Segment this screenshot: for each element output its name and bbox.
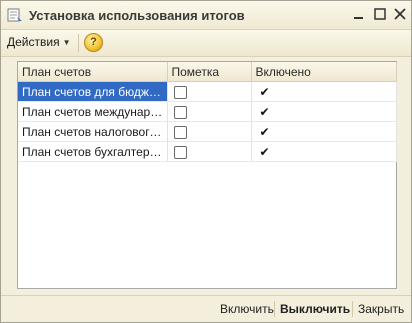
accounts-table: План счетов Пометка Включено План счетов… <box>17 61 397 289</box>
chevron-down-icon: ▼ <box>62 38 71 48</box>
row-mark-cell <box>167 141 252 162</box>
column-header-enabled[interactable]: Включено <box>251 62 397 82</box>
toolbar: Действия ▼ ? <box>1 30 411 57</box>
minimize-icon[interactable] <box>352 7 366 21</box>
mark-checkbox[interactable] <box>173 125 187 139</box>
checkmark-icon: ✔ <box>259 84 270 99</box>
row-enabled-cell: ✔ <box>251 81 397 102</box>
row-enabled-cell: ✔ <box>251 121 397 142</box>
row-name[interactable]: План счетов для бюджет... <box>18 81 168 102</box>
row-enabled-cell: ✔ <box>251 101 397 122</box>
title-bar[interactable]: Установка использования итогов <box>1 1 411 30</box>
column-header-mark[interactable]: Пометка <box>167 62 252 82</box>
disable-button[interactable]: Выключить <box>280 302 350 316</box>
mark-checkbox[interactable] <box>173 85 187 99</box>
table-header: План счетов Пометка Включено <box>18 62 397 82</box>
document-icon <box>7 8 22 22</box>
footer-bar: Включить Выключить Закрыть <box>1 295 411 323</box>
table-row[interactable]: План счетов налогового ... ✔ <box>18 121 397 142</box>
close-button[interactable]: Закрыть <box>358 302 404 316</box>
actions-menu-button[interactable]: Действия ▼ <box>7 35 71 51</box>
row-mark-cell <box>167 101 252 122</box>
checkmark-icon: ✔ <box>259 144 270 159</box>
table-row[interactable]: План счетов международ... ✔ <box>18 101 397 122</box>
checkmark-icon: ✔ <box>259 104 270 119</box>
maximize-icon[interactable] <box>373 7 387 21</box>
row-name[interactable]: План счетов международ... <box>18 101 168 122</box>
row-name[interactable]: План счетов налогового ... <box>18 121 168 142</box>
row-mark-cell <box>167 121 252 142</box>
mark-checkbox[interactable] <box>173 105 187 119</box>
row-enabled-cell: ✔ <box>251 141 397 162</box>
toolbar-divider <box>78 34 79 52</box>
settings-window: Установка использования итогов Действия ▼… <box>0 0 412 323</box>
help-icon[interactable]: ? <box>84 33 103 52</box>
row-name[interactable]: План счетов бухгалтерск... <box>18 141 168 162</box>
enable-button[interactable]: Включить <box>220 302 274 316</box>
footer-divider <box>352 301 353 317</box>
close-icon[interactable] <box>393 7 407 21</box>
footer-divider <box>274 301 275 317</box>
checkmark-icon: ✔ <box>259 124 270 139</box>
row-mark-cell <box>167 81 252 102</box>
actions-label: Действия <box>7 35 60 49</box>
table-row[interactable]: План счетов бухгалтерск... ✔ <box>18 141 397 162</box>
window-title: Установка использования итогов <box>29 8 245 23</box>
mark-checkbox[interactable] <box>173 145 187 159</box>
table-row[interactable]: План счетов для бюджет... ✔ <box>18 81 397 102</box>
column-header-chart[interactable]: План счетов <box>18 62 168 82</box>
